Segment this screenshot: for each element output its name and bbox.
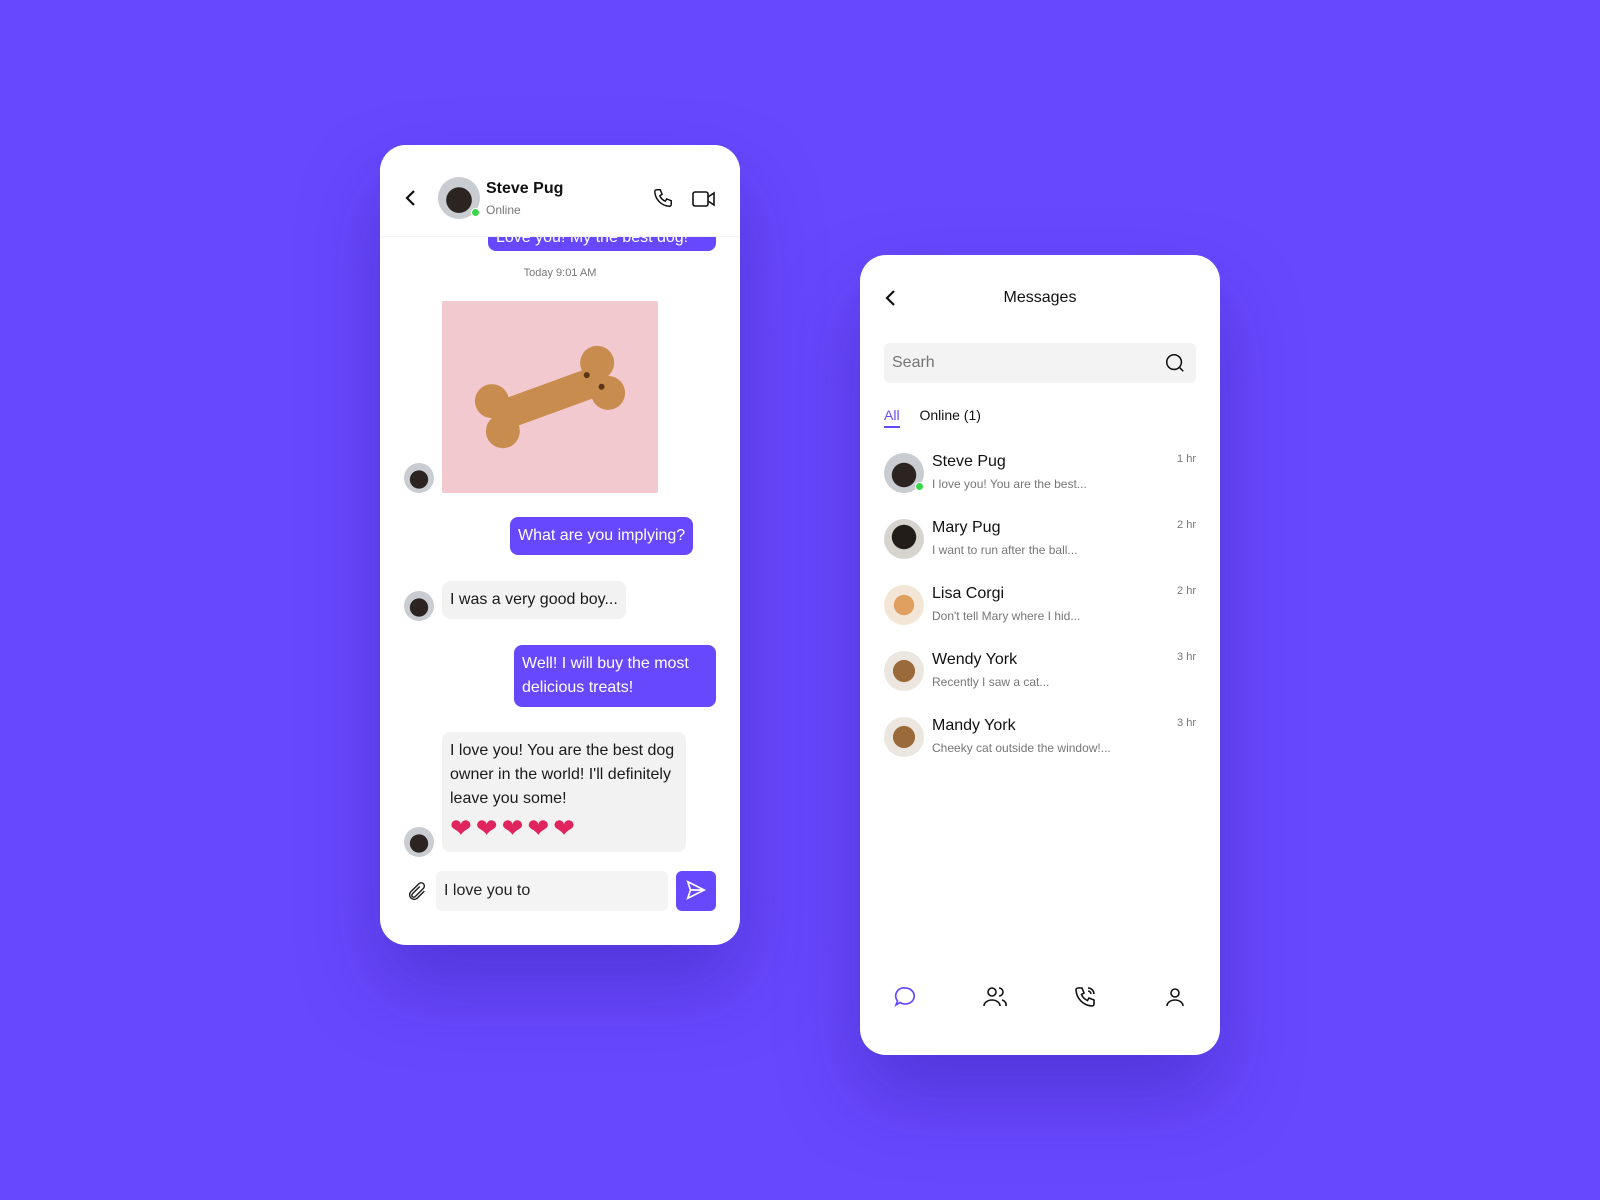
bone-photo[interactable] bbox=[442, 301, 658, 493]
message-text: I love you! You are the best dog owner i… bbox=[450, 742, 675, 807]
message-preview: Recently I saw a cat... bbox=[932, 675, 1050, 689]
chat-icon bbox=[894, 987, 916, 1008]
message-bubble-in: I love you! You are the best dog owner i… bbox=[442, 732, 686, 852]
contact-name: Lisa Corgi bbox=[932, 585, 1005, 602]
message-preview: Don't tell Mary where I hid... bbox=[932, 609, 1081, 623]
contact-status: Online bbox=[486, 203, 521, 217]
nav-contacts[interactable] bbox=[975, 977, 1015, 1017]
avatar bbox=[404, 591, 434, 621]
calls-icon bbox=[1075, 987, 1095, 1007]
avatar bbox=[404, 827, 434, 857]
contact-name: Mandy York bbox=[932, 717, 1016, 734]
message-preview: I love you! You are the best... bbox=[932, 477, 1087, 491]
paperclip-icon[interactable] bbox=[406, 881, 428, 903]
message-time: 1 hr bbox=[1177, 453, 1196, 465]
message-preview: I want to run after the ball... bbox=[932, 543, 1078, 557]
avatar bbox=[884, 453, 924, 493]
heart-emojis: ❤❤❤❤❤ bbox=[450, 813, 579, 843]
avatar bbox=[884, 585, 924, 625]
tab-online[interactable]: Online (1) bbox=[919, 407, 980, 426]
bottom-nav bbox=[860, 977, 1220, 1017]
send-icon bbox=[686, 879, 707, 900]
timestamp: Today 9:01 AM bbox=[523, 267, 597, 279]
contact-name: Wendy York bbox=[932, 651, 1018, 668]
message-bubble-out: Well! I will buy the most delicious trea… bbox=[514, 645, 716, 707]
contact-name: Mary Pug bbox=[932, 519, 1001, 536]
contact-item[interactable]: Mandy York Cheeky cat outside the window… bbox=[884, 717, 1196, 761]
contact-item[interactable]: Wendy York Recently I saw a cat... 3 hr bbox=[884, 651, 1196, 695]
back-icon[interactable] bbox=[402, 187, 420, 209]
search-icon[interactable] bbox=[1164, 352, 1186, 374]
contact-item[interactable]: Steve Pug I love you! You are the best..… bbox=[884, 453, 1196, 497]
contact-name: Steve Pug bbox=[486, 180, 564, 197]
avatar bbox=[884, 717, 924, 757]
message-time: 2 hr bbox=[1177, 585, 1196, 597]
message-bubble-in: I was a very good boy... bbox=[442, 581, 626, 619]
message-input[interactable] bbox=[436, 871, 668, 911]
message-time: 3 hr bbox=[1177, 717, 1196, 729]
online-indicator bbox=[471, 208, 480, 217]
avatar bbox=[884, 651, 924, 691]
search-bar bbox=[884, 343, 1196, 383]
nav-chats[interactable] bbox=[885, 977, 925, 1017]
chat-header: Steve Pug Online bbox=[380, 145, 740, 237]
message-bubble-out: What are you implying? bbox=[510, 517, 694, 555]
phone-icon[interactable] bbox=[652, 187, 674, 209]
message-preview: Cheeky cat outside the window!... bbox=[932, 741, 1111, 755]
message-area[interactable]: Love you! My the best dog! Today 9:01 AM… bbox=[380, 145, 740, 945]
avatar bbox=[884, 519, 924, 559]
contact-item[interactable]: Mary Pug I want to run after the ball...… bbox=[884, 519, 1196, 563]
nav-calls[interactable] bbox=[1065, 977, 1105, 1017]
send-button[interactable] bbox=[676, 871, 716, 911]
profile-icon bbox=[1166, 988, 1184, 1007]
contact-name: Steve Pug bbox=[932, 453, 1006, 470]
contacts-icon bbox=[983, 987, 1007, 1007]
composer bbox=[380, 867, 740, 915]
video-icon[interactable] bbox=[692, 189, 716, 209]
nav-profile[interactable] bbox=[1155, 977, 1195, 1017]
online-indicator bbox=[915, 482, 924, 491]
chat-screen: Love you! My the best dog! Today 9:01 AM… bbox=[380, 145, 740, 945]
tab-all[interactable]: All bbox=[884, 407, 900, 428]
messages-screen: Messages All Online (1) Steve Pug I love… bbox=[860, 255, 1220, 1055]
contact-item[interactable]: Lisa Corgi Don't tell Mary where I hid..… bbox=[884, 585, 1196, 629]
avatar bbox=[404, 463, 434, 493]
contact-avatar[interactable] bbox=[438, 177, 480, 219]
page-title: Messages bbox=[1003, 289, 1077, 306]
message-time: 2 hr bbox=[1177, 519, 1196, 531]
filter-tabs: All Online (1) bbox=[884, 407, 997, 428]
search-input[interactable] bbox=[884, 343, 1144, 383]
message-time: 3 hr bbox=[1177, 651, 1196, 663]
